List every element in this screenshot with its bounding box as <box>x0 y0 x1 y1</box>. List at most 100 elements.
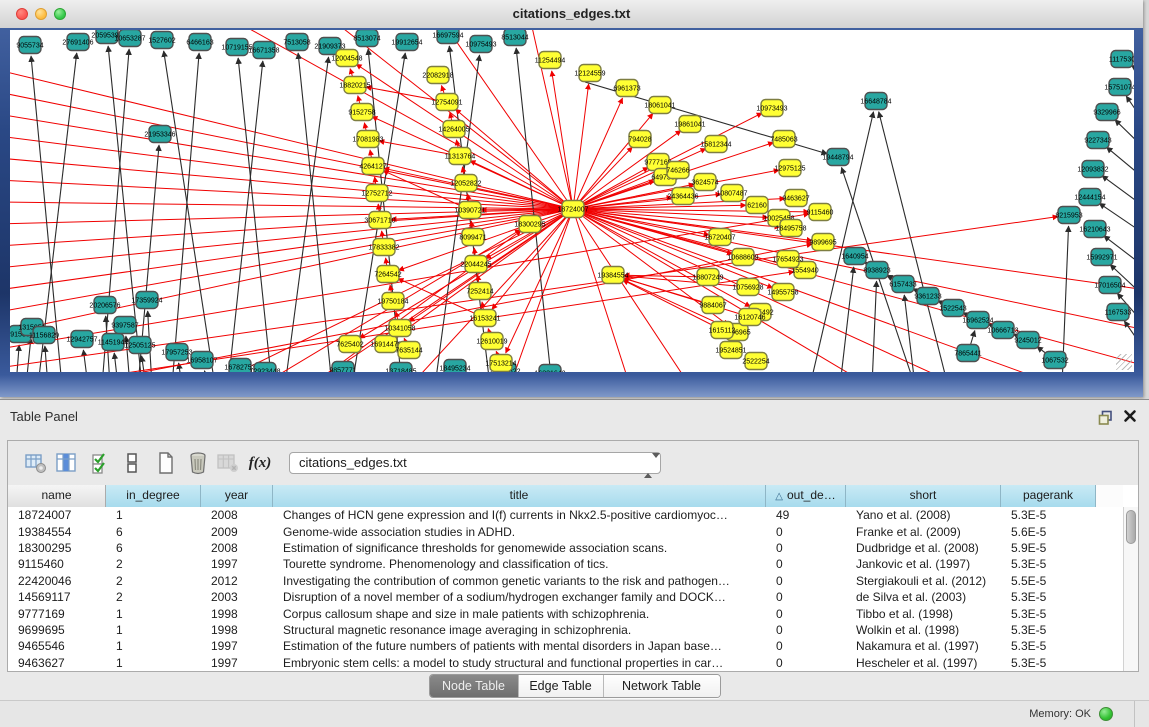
table-cell[interactable]: 1 <box>106 607 201 621</box>
close-panel-icon[interactable] <box>1123 409 1137 423</box>
table-cell[interactable]: Changes of HCN gene expression and I(f) … <box>273 508 766 522</box>
table-cell[interactable]: Stergiakouli et al. (2012) <box>846 574 1001 588</box>
table-cell[interactable]: 5.9E-5 <box>1001 541 1096 555</box>
table-cell[interactable]: Hescheler et al. (1997) <box>846 656 1001 670</box>
table-cell[interactable]: Nakamura et al. (1997) <box>846 639 1001 653</box>
table-cell[interactable]: 2 <box>106 557 201 571</box>
table-cell[interactable]: 2008 <box>201 541 273 555</box>
table-cell[interactable]: 2003 <box>201 590 273 604</box>
table-cell[interactable]: Corpus callosum shape and size in male p… <box>273 607 766 621</box>
column-header-out_de[interactable]: △out_de… <box>766 485 846 507</box>
graph-edge[interactable] <box>114 353 118 372</box>
graph-edge[interactable] <box>172 53 199 372</box>
graph-edge[interactable] <box>1062 226 1069 372</box>
float-panel-icon[interactable] <box>1098 410 1113 425</box>
table-cell[interactable]: 5.3E-5 <box>1001 656 1096 670</box>
table-cell[interactable]: 1997 <box>201 656 273 670</box>
tab-edge-table[interactable]: Edge Table <box>519 675 604 697</box>
table-cell[interactable]: Franke et al. (2009) <box>846 525 1001 539</box>
create-column-icon[interactable] <box>152 449 180 477</box>
table-cell[interactable]: 5.3E-5 <box>1001 607 1096 621</box>
graph-edge[interactable] <box>1106 147 1134 180</box>
table-cell[interactable]: de Silva et al. (2003) <box>846 590 1001 604</box>
row-height-icon[interactable] <box>118 449 146 477</box>
table-row[interactable]: 946554611997Estimation of the future num… <box>8 638 1123 654</box>
graph-edge[interactable] <box>204 371 208 372</box>
table-cell[interactable]: Disruption of a novel member of a sodium… <box>273 590 766 604</box>
column-header-title[interactable]: title <box>273 485 766 507</box>
table-row[interactable]: 977716911998Corpus callosum shape and si… <box>8 605 1123 621</box>
table-cell[interactable]: 1997 <box>201 557 273 571</box>
graph-edge[interactable] <box>164 51 215 372</box>
table-cell[interactable]: 2 <box>106 590 201 604</box>
table-row[interactable]: 1830029562008Estimation of significance … <box>8 540 1123 556</box>
table-cell[interactable]: 9699695 <box>8 623 106 637</box>
graph-edge[interactable] <box>573 209 630 372</box>
graph-edge[interactable] <box>573 84 589 209</box>
table-cell[interactable]: 1998 <box>201 623 273 637</box>
table-cell[interactable]: 0 <box>766 656 846 670</box>
graph-edge[interactable] <box>10 209 573 224</box>
table-cell[interactable]: 0 <box>766 623 846 637</box>
graph-edge[interactable] <box>573 209 709 235</box>
table-cell[interactable]: 1997 <box>201 639 273 653</box>
window-titlebar[interactable]: citations_edges.txt <box>0 0 1143 29</box>
graph-edge[interactable] <box>1115 120 1134 150</box>
table-cell[interactable]: Estimation of significance thresholds fo… <box>273 541 766 555</box>
canvas-resize-grip[interactable] <box>1116 354 1132 370</box>
graph-edge[interactable] <box>230 30 573 209</box>
graph-edge[interactable] <box>552 71 573 209</box>
table-cell[interactable]: 14569117 <box>8 590 106 604</box>
graph-edge[interactable] <box>10 92 573 209</box>
show-columns-icon[interactable] <box>52 449 80 477</box>
table-cell[interactable]: 0 <box>766 525 846 539</box>
table-row[interactable]: 2242004622012Investigating the contribut… <box>8 573 1123 589</box>
table-cell[interactable]: 0 <box>766 557 846 571</box>
graph-edge[interactable] <box>10 158 573 209</box>
graph-edge[interactable] <box>285 57 329 372</box>
table-cell[interactable]: 1 <box>106 639 201 653</box>
table-cell[interactable]: 5.3E-5 <box>1001 508 1096 522</box>
tab-node-table[interactable]: Node Table <box>430 675 519 697</box>
table-cell[interactable]: 2 <box>106 574 201 588</box>
table-cell[interactable]: 9463627 <box>8 656 106 670</box>
column-header-in_degree[interactable]: in_degree <box>106 485 201 507</box>
table-cell[interactable]: 5.3E-5 <box>1001 623 1096 637</box>
vertical-scrollbar[interactable] <box>1123 507 1138 671</box>
table-cell[interactable]: Embryonic stem cells: a model to study s… <box>273 656 766 670</box>
table-cell[interactable]: 49 <box>766 508 846 522</box>
column-header-pagerank[interactable]: pagerank <box>1001 485 1096 507</box>
table-cell[interactable]: 5.5E-5 <box>1001 574 1096 588</box>
column-header-name[interactable]: name <box>8 485 106 507</box>
column-header-year[interactable]: year <box>201 485 273 507</box>
graph-edge[interactable] <box>872 281 877 372</box>
table-cell[interactable]: 1998 <box>201 607 273 621</box>
graph-edge[interactable] <box>83 350 88 372</box>
table-cell[interactable]: 6 <box>106 525 201 539</box>
graph-edge[interactable] <box>1102 176 1134 208</box>
graph-edge[interactable] <box>238 58 272 372</box>
graph-edge[interactable] <box>10 70 573 209</box>
table-cell[interactable]: Dudbridge et al. (2008) <box>846 541 1001 555</box>
citation-network-graph[interactable]: 9055734276914062059539610653287152760264… <box>10 30 1134 372</box>
table-cell[interactable]: 0 <box>766 607 846 621</box>
graph-edge[interactable] <box>10 202 573 209</box>
table-cell[interactable]: 18724007 <box>8 508 106 522</box>
table-cell[interactable]: Estimation of the future numbers of pati… <box>273 639 766 653</box>
table-cell[interactable]: Structural magnetic resonance image aver… <box>273 623 766 637</box>
table-cell[interactable]: Yano et al. (2008) <box>846 508 1001 522</box>
table-cell[interactable]: 0 <box>766 541 846 555</box>
table-cell[interactable]: 9115460 <box>8 557 106 571</box>
table-cell[interactable]: 5.3E-5 <box>1001 590 1096 604</box>
select-columns-icon[interactable] <box>88 449 116 477</box>
table-cell[interactable]: 2009 <box>201 525 273 539</box>
table-cell[interactable]: Tourette syndrome. Phenomenology and cla… <box>273 557 766 571</box>
table-cell[interactable]: 1 <box>106 508 201 522</box>
table-cell[interactable]: Jankovic et al. (1997) <box>846 557 1001 571</box>
table-cell[interactable]: 22420046 <box>8 574 106 588</box>
graph-edge[interactable] <box>45 346 48 372</box>
column-header-short[interactable]: short <box>846 485 1001 507</box>
table-cell[interactable]: 5.6E-5 <box>1001 525 1096 539</box>
table-cell[interactable]: 2008 <box>201 508 273 522</box>
delete-column-icon[interactable] <box>184 449 212 477</box>
